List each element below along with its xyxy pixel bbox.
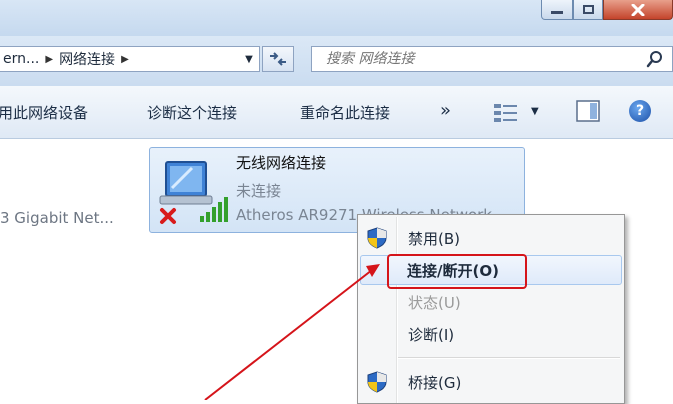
menu-item-connect-disconnect[interactable]: 连接/断开(O)	[360, 255, 622, 285]
wireless-network-icon	[159, 161, 228, 224]
menu-item-label: 禁用(B)	[408, 229, 460, 248]
refresh-icon	[270, 52, 286, 66]
command-bar: 用此网络设备 诊断这个连接 重命名此连接 » ▼ ?	[0, 86, 673, 139]
close-icon	[631, 3, 645, 16]
breadcrumb-segment[interactable]: 网络连接	[55, 49, 119, 69]
preview-pane-icon[interactable]	[576, 100, 600, 122]
menu-item-label: 桥接(G)	[408, 373, 462, 392]
context-menu: 禁用(B) 连接/断开(O) 状态(U) 诊断(I) 桥接(G)	[357, 214, 625, 404]
connection-status: 未连接	[236, 182, 282, 200]
breadcrumb-arrow-icon[interactable]: ▶	[43, 54, 55, 65]
address-bar[interactable]: ern... ▶ 网络连接 ▶ ▼	[0, 46, 260, 72]
menu-item-label: 状态(U)	[408, 293, 461, 312]
connection-name: 无线网络连接	[236, 154, 327, 172]
close-button[interactable]	[603, 0, 673, 20]
diagnose-connection-button[interactable]: 诊断这个连接	[147, 102, 237, 123]
more-commands-button[interactable]: »	[440, 100, 451, 121]
search-box[interactable]	[311, 46, 673, 72]
menu-item-diagnose[interactable]: 诊断(I)	[360, 319, 622, 349]
ethernet-connection-label[interactable]: 3 Gigabit Net...	[0, 209, 114, 227]
search-input[interactable]	[324, 50, 648, 68]
menu-item-status: 状态(U)	[360, 287, 622, 317]
disable-device-button[interactable]: 用此网络设备	[0, 102, 88, 123]
view-dropdown-icon[interactable]: ▼	[531, 106, 539, 117]
search-icon[interactable]	[646, 50, 664, 68]
minimize-button[interactable]	[541, 0, 573, 20]
maximize-button[interactable]	[573, 0, 603, 20]
menu-separator	[398, 357, 620, 359]
help-icon[interactable]: ?	[629, 100, 651, 122]
menu-item-label: 连接/断开(O)	[407, 261, 499, 280]
shield-icon	[367, 371, 387, 393]
address-row: ern... ▶ 网络连接 ▶ ▼	[0, 36, 673, 86]
title-bar	[0, 0, 673, 36]
maximize-icon	[582, 5, 594, 14]
address-dropdown-icon[interactable]: ▼	[239, 47, 259, 71]
rename-connection-button[interactable]: 重命名此连接	[300, 102, 390, 123]
change-view-icon[interactable]	[492, 102, 520, 124]
menu-item-label: 诊断(I)	[408, 325, 455, 344]
refresh-button[interactable]	[262, 46, 294, 72]
menu-item-bridge[interactable]: 桥接(G)	[360, 367, 622, 397]
shield-icon	[367, 227, 387, 249]
breadcrumb-arrow-icon[interactable]: ▶	[119, 54, 131, 65]
menu-item-disable[interactable]: 禁用(B)	[360, 223, 622, 253]
breadcrumb-segment[interactable]: ern...	[0, 51, 43, 67]
minimize-icon	[551, 11, 563, 14]
window-controls	[541, 0, 673, 20]
